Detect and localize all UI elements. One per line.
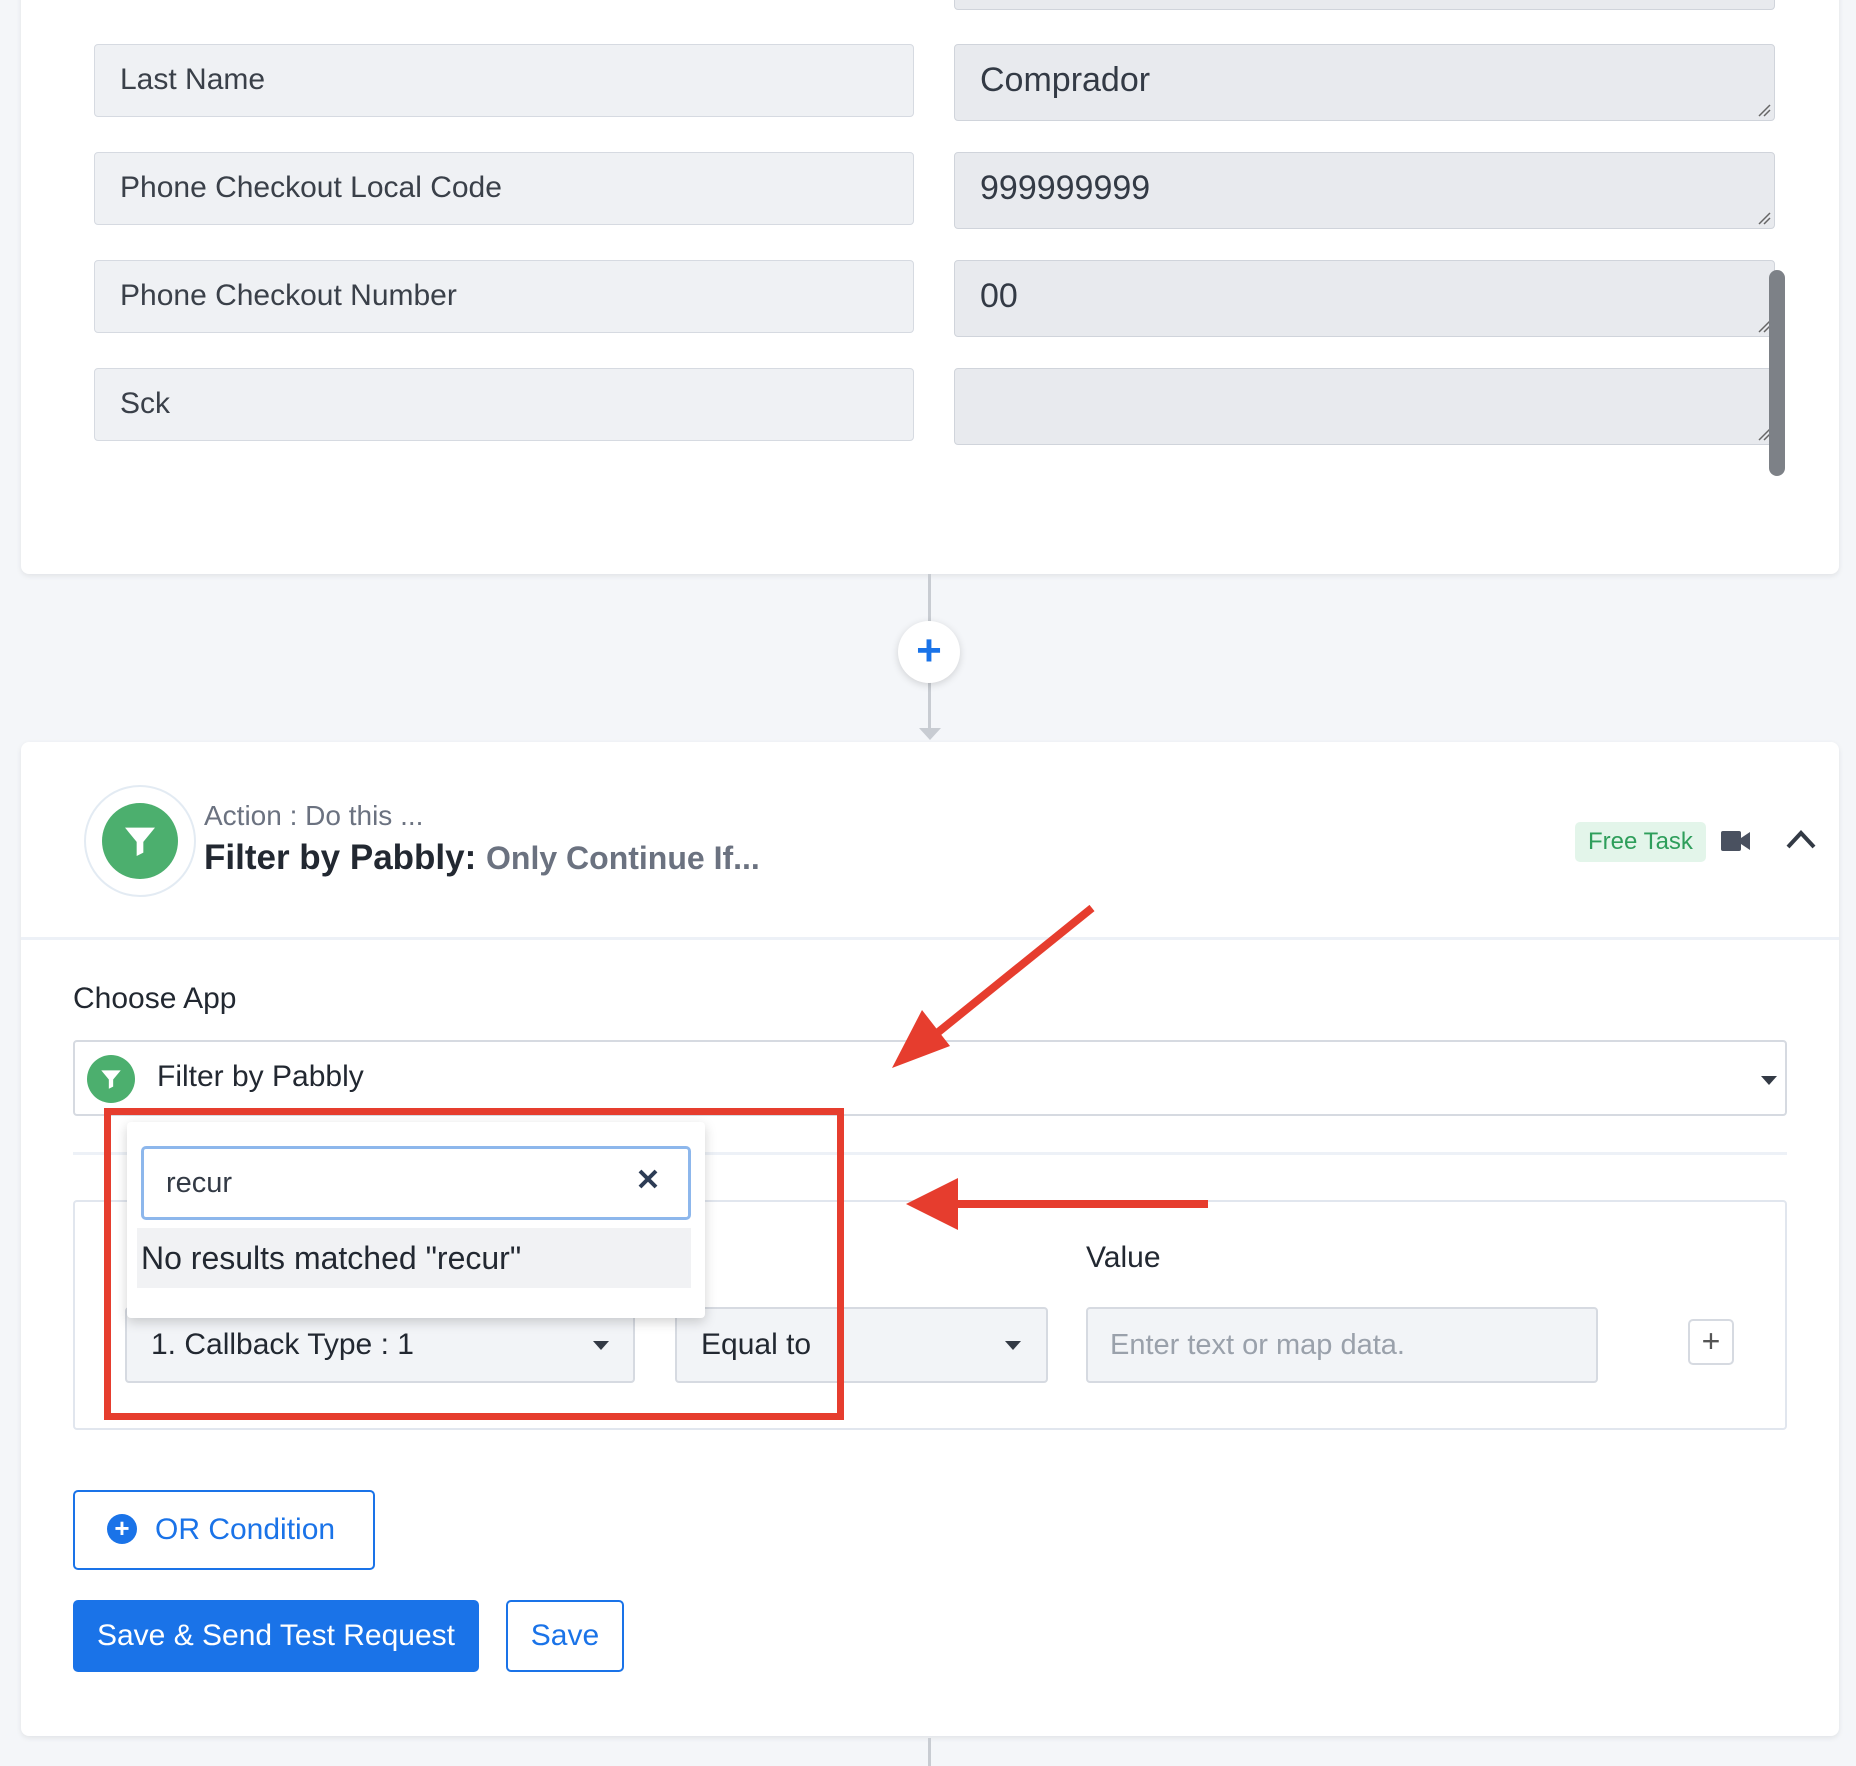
save-button[interactable]: Save xyxy=(506,1600,624,1672)
connector-arrow-icon xyxy=(919,728,941,740)
header-divider xyxy=(21,937,1839,940)
filter-action-card: Action : Do this ... Filter by Pabbly: O… xyxy=(21,742,1839,1736)
value-input[interactable]: Enter text or map data. xyxy=(1086,1307,1598,1383)
choose-app-select[interactable]: Filter by Pabbly xyxy=(73,1040,1787,1116)
action-title: Filter by Pabbly: Only Continue If... xyxy=(204,838,760,878)
value-label: Value xyxy=(1086,1241,1161,1274)
mapping-value-text: 00 xyxy=(980,277,1018,315)
mapping-value-phone-number[interactable]: 00 xyxy=(954,260,1775,337)
video-camera-icon[interactable] xyxy=(1721,830,1751,852)
mapping-value-sck[interactable] xyxy=(954,368,1775,445)
mapping-card: Last Name Comprador Phone Checkout Local… xyxy=(21,0,1839,574)
scrollbar-thumb[interactable] xyxy=(1769,270,1785,476)
add-condition-button[interactable]: + xyxy=(1688,1319,1734,1365)
app-icon-ring xyxy=(84,785,196,897)
resize-grip-icon[interactable] xyxy=(1757,211,1771,225)
mapping-key-sck: Sck xyxy=(94,368,914,441)
close-icon[interactable] xyxy=(636,1167,660,1191)
field-select-label: 1. Callback Type : 1 xyxy=(151,1328,414,1361)
operator-select[interactable]: Equal to xyxy=(675,1307,1048,1383)
chevron-up-icon[interactable] xyxy=(1785,827,1817,851)
mapping-value-text: 999999999 xyxy=(980,169,1151,207)
save-and-test-button[interactable]: Save & Send Test Request xyxy=(73,1600,479,1672)
chevron-down-icon xyxy=(1005,1341,1021,1350)
resize-grip-icon[interactable] xyxy=(1757,103,1771,117)
mapping-value-phone-local-code[interactable]: 999999999 xyxy=(954,152,1775,229)
field-select[interactable]: 1. Callback Type : 1 xyxy=(125,1307,635,1383)
mapping-value-last-name[interactable]: Comprador xyxy=(954,44,1775,121)
mapping-key-phone-number: Phone Checkout Number xyxy=(94,260,914,333)
chevron-down-icon xyxy=(593,1341,609,1350)
mapping-key-phone-local-code: Phone Checkout Local Code xyxy=(94,152,914,225)
action-event-name: Only Continue If... xyxy=(486,840,760,876)
no-results-message: No results matched "recur" xyxy=(137,1228,691,1288)
choose-app-label: Choose App xyxy=(73,982,237,1015)
connector-line xyxy=(928,574,931,624)
mapping-key-last-name: Last Name xyxy=(94,44,914,117)
add-step-button[interactable]: + xyxy=(898,621,960,683)
or-condition-label: OR Condition xyxy=(155,1513,336,1546)
plus-circle-icon: + xyxy=(107,1514,137,1544)
filter-icon xyxy=(87,1055,135,1103)
or-condition-button[interactable]: + OR Condition xyxy=(73,1490,375,1570)
field-search-dropdown: recur No results matched "recur" xyxy=(127,1122,705,1318)
mapping-value-text: Comprador xyxy=(980,61,1151,99)
connector-line xyxy=(928,1738,931,1766)
connector-line xyxy=(928,680,931,730)
free-task-badge: Free Task xyxy=(1575,822,1706,862)
chevron-down-icon xyxy=(1761,1076,1777,1085)
field-search-value: recur xyxy=(166,1167,233,1199)
filter-icon xyxy=(102,803,178,879)
action-subtitle: Action : Do this ... xyxy=(204,800,424,831)
selected-app-label: Filter by Pabbly xyxy=(157,1060,364,1093)
action-app-name: Filter by Pabbly: xyxy=(204,838,477,877)
field-search-input[interactable]: recur xyxy=(141,1146,691,1220)
operator-select-label: Equal to xyxy=(701,1328,812,1361)
mapping-value-partial[interactable] xyxy=(954,0,1775,10)
